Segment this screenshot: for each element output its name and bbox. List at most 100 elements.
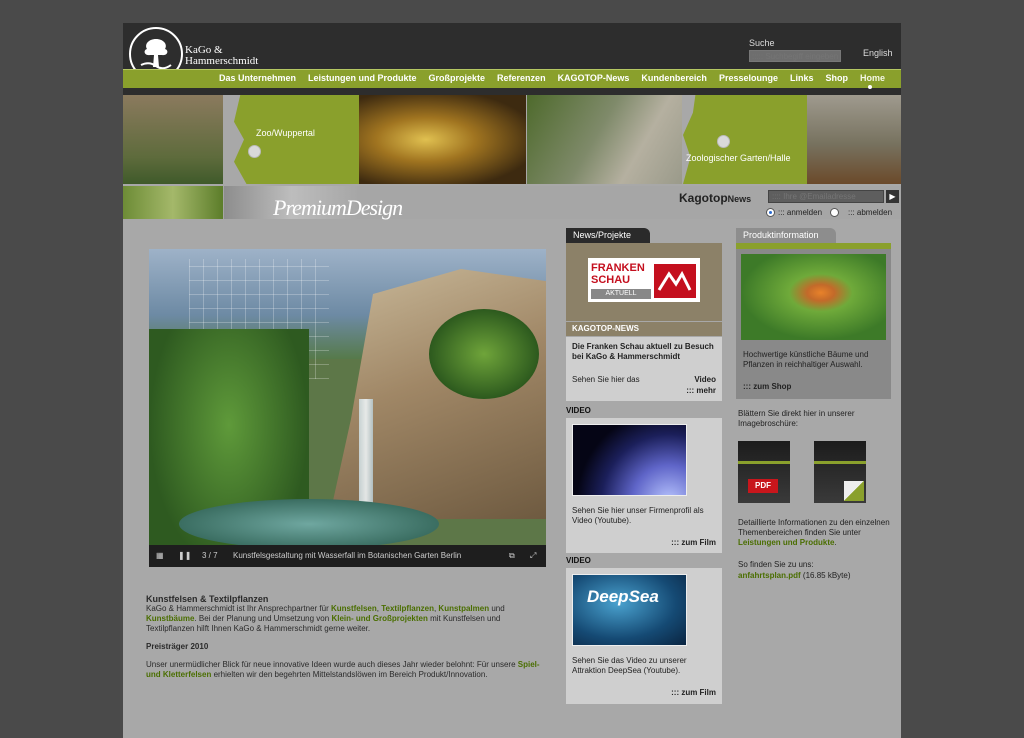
link-kunstbaeume[interactable]: Kunstbäume <box>146 614 194 623</box>
news-title[interactable]: Die Franken Schau aktuell zu Besuch bei … <box>572 342 716 362</box>
product-image[interactable] <box>741 254 886 340</box>
nav-item-unternehmen[interactable]: Das Unternehmen <box>213 70 302 88</box>
p1-text-a: KaGo & Hammerschmidt ist Ihr Ansprechpar… <box>146 604 331 613</box>
award-heading: Preisträger 2010 <box>146 642 209 651</box>
nav-item-grossprojekte[interactable]: Großprojekte <box>423 70 492 88</box>
slide-caption: Kunstfelsgestaltung mit Wasserfall im Bo… <box>233 551 462 560</box>
slide-counter: 3 / 7 <box>202 551 218 560</box>
page-container: KaGo & Hammerschmidt Suche English Das U… <box>123 23 901 738</box>
fullscreen-icon[interactable]: ⤢ <box>530 551 536 561</box>
news-text: Sehen Sie hier das <box>572 375 640 384</box>
banner-label-wuppertal: Zoo/Wuppertal <box>256 128 315 138</box>
brand-suffix: News <box>727 194 752 204</box>
unsubscribe-radio[interactable] <box>830 208 839 217</box>
p2-text-b: erhielten wir den begehrten Mittelstands… <box>211 670 488 679</box>
page-curl-icon <box>844 481 864 501</box>
kagotop-news-brand: KagotopNews <box>679 191 751 205</box>
link-kunstpalmen[interactable]: Kunstpalmen <box>438 604 489 613</box>
p1-und: und <box>489 604 505 613</box>
map-download: anfahrtsplan.pdf (16.85 kByte) <box>738 571 850 581</box>
newsletter-submit-button[interactable]: ▶ <box>886 190 899 203</box>
news-video-word: Video <box>694 375 716 384</box>
popout-icon[interactable]: ⧉ <box>509 551 515 561</box>
banner-label-halle: Zoologischer Garten/Halle <box>686 153 791 163</box>
details-text: Detaillierte Informationen zu den einzel… <box>738 518 890 548</box>
intro-paragraph-1: KaGo & Hammerschmidt ist Ihr Ansprechpar… <box>146 604 546 634</box>
search-input[interactable] <box>749 50 841 62</box>
shop-link[interactable]: ::: zum Shop <box>743 382 791 391</box>
video1-film-link[interactable]: ::: zum Film <box>671 538 716 547</box>
link-kunstfelsen[interactable]: Kunstfelsen <box>331 604 377 613</box>
product-card: Hochwertige künstliche Bäume und Pflanze… <box>736 249 891 399</box>
details-text-b: . <box>834 538 837 547</box>
intro-heading: Kunstfelsen & Textilpflanzen <box>146 594 269 604</box>
pdf-icon: PDF <box>748 479 778 493</box>
nav-item-leistungen[interactable]: Leistungen und Produkte <box>302 70 423 88</box>
nav-item-referenzen[interactable]: Referenzen <box>491 70 552 88</box>
frankenschau-logo[interactable]: FRANKEN SCHAU AKTUELL <box>588 258 700 302</box>
nav-item-kagotop-news[interactable]: KAGOTOP-News <box>552 70 636 88</box>
file-size: (16.85 kByte) <box>802 571 851 580</box>
brochure-pdf-thumbnail[interactable]: PDF <box>738 441 790 503</box>
intro-paragraph-2: Unser unermüdlicher Blick für neue innov… <box>146 660 546 680</box>
p2-text-a: Unser unermüdlicher Blick für neue innov… <box>146 660 518 669</box>
news-image-panel: FRANKEN SCHAU AKTUELL <box>566 243 722 321</box>
subscribe-radio[interactable] <box>766 208 775 217</box>
nav-item-shop[interactable]: Shop <box>819 70 854 88</box>
news-card: Die Franken Schau aktuell zu Besuch bei … <box>566 337 722 401</box>
banner-photo-rockwall <box>527 95 682 184</box>
tab-produktinformation[interactable]: Produktinformation <box>736 228 836 243</box>
logo-text[interactable]: KaGo & Hammerschmidt <box>185 45 258 67</box>
product-text: Hochwertige künstliche Bäume und Pflanze… <box>743 350 869 369</box>
nav-item-home[interactable]: Home <box>854 70 891 88</box>
video1-label: VIDEO <box>566 406 591 415</box>
brand-main: Kagotop <box>679 191 728 205</box>
kagotop-news-heading: KAGOTOP-NEWS <box>566 322 722 336</box>
frankenschau-mark-icon <box>654 264 696 298</box>
subscribe-label: ::: anmelden <box>778 208 823 217</box>
active-nav-indicator <box>868 85 872 89</box>
banner-green-panel-1[interactable]: Zoo/Wuppertal <box>224 95 359 184</box>
newsletter-email-input[interactable] <box>768 190 884 203</box>
details-text-a: Detaillierte Informationen zu den einzel… <box>738 518 890 537</box>
brochure-flip-thumbnail[interactable] <box>814 441 866 503</box>
banner-photo-logs <box>807 95 901 184</box>
franken-text: FRANKEN <box>591 262 645 274</box>
video2-text: Sehen Sie das Video zu unserer Attraktio… <box>572 656 687 675</box>
video1-card: Sehen Sie hier unser Firmenprofil als Vi… <box>566 418 722 553</box>
video2-film-link[interactable]: ::: zum Film <box>671 688 716 697</box>
tab-news-projekte[interactable]: News/Projekte <box>566 228 650 243</box>
banner-hotspot-dot[interactable] <box>248 145 261 158</box>
schau-text: SCHAU <box>591 274 631 286</box>
link-textilpflanzen[interactable]: Textilpflanzen <box>381 604 434 613</box>
image-banner: Zoo/Wuppertal Zoologischer Garten/Halle <box>123 95 901 186</box>
slideshow-image[interactable] <box>149 249 546 567</box>
video2-label: VIDEO <box>566 556 591 565</box>
aktuell-text: AKTUELL <box>591 289 651 299</box>
search-label: Suche <box>749 38 775 48</box>
pause-icon[interactable]: ❚❚ <box>178 551 191 560</box>
banner-photo-waterfall <box>359 95 526 184</box>
find-us-label: So finden Sie zu uns: <box>738 560 814 569</box>
logo-line2: Hammerschmidt <box>185 55 259 67</box>
deepsea-title: DeepSea <box>587 587 659 606</box>
intro-text: Kunstfelsen & Textilpflanzen KaGo & Hamm… <box>146 594 546 688</box>
grass-photo <box>123 186 223 219</box>
banner-green-panel-2[interactable]: Zoologischer Garten/Halle <box>683 95 807 184</box>
video1-thumbnail[interactable] <box>572 424 687 496</box>
video2-thumbnail[interactable]: DeepSea <box>572 574 687 646</box>
grid-icon[interactable]: ▦ <box>156 551 164 560</box>
link-leistungen-produkte[interactable]: Leistungen und Produkte <box>738 538 834 547</box>
premium-design-title: PremiumDesign <box>273 195 403 220</box>
banner-hotspot-dot-2[interactable] <box>717 135 730 148</box>
anfahrtsplan-link[interactable]: anfahrtsplan.pdf <box>738 571 801 580</box>
language-link-english[interactable]: English <box>863 48 893 58</box>
nav-item-presselounge[interactable]: Presselounge <box>713 70 784 88</box>
nav-item-kundenbereich[interactable]: Kundenbereich <box>635 70 713 88</box>
nav-item-links[interactable]: Links <box>784 70 820 88</box>
p1-text-b: . Bei der Planung und Umsetzung von <box>194 614 332 623</box>
news-more-link[interactable]: ::: mehr <box>686 386 716 395</box>
slideshow-controls: ▦ ❚❚ 3 / 7 Kunstfelsgestaltung mit Wasse… <box>149 545 546 567</box>
banner-photo-rocks <box>123 95 223 184</box>
link-projekte[interactable]: Klein- und Großprojekten <box>331 614 427 623</box>
